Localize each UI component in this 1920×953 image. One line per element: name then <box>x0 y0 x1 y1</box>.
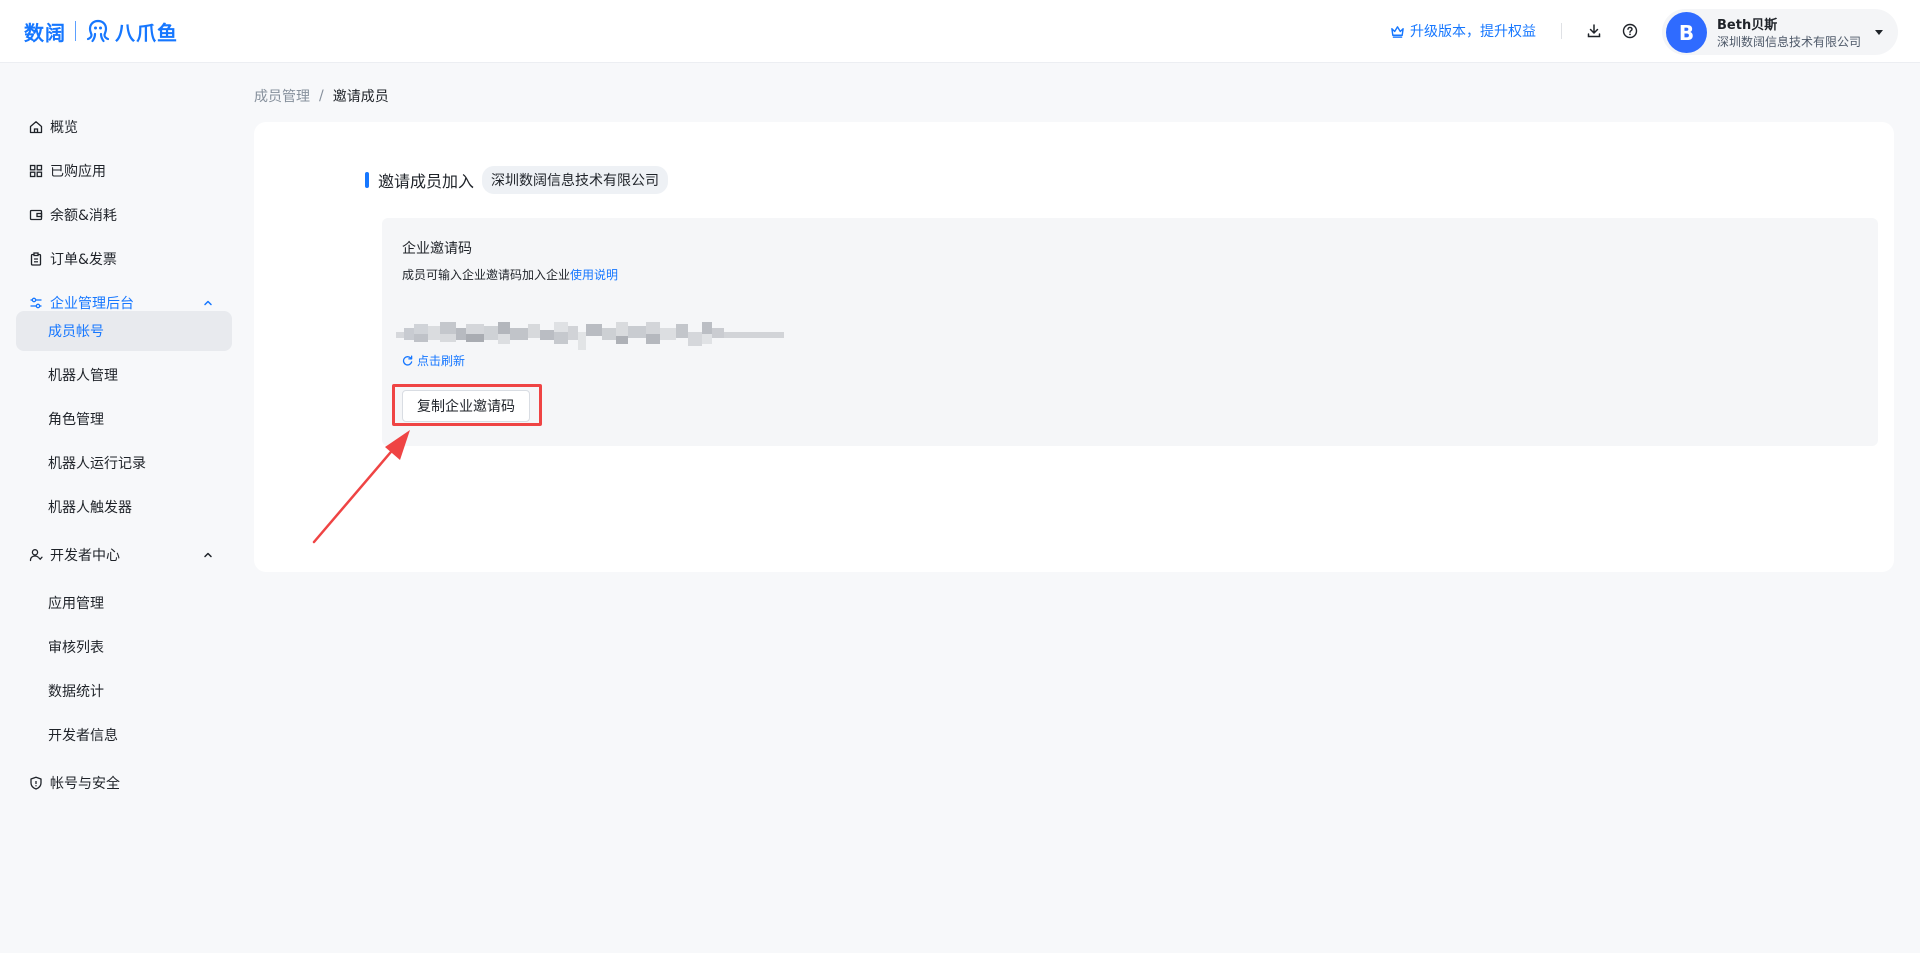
sidebar: 概览 已购应用 余额&消耗 订单&发票 企业管理后台 成员帐号 机器人管理 角色… <box>0 64 248 953</box>
avatar: B <box>1666 12 1707 53</box>
apps-icon <box>28 163 44 179</box>
sidebar-item-label: 余额&消耗 <box>50 208 117 224</box>
sidebar-sub-label: 角色管理 <box>48 412 104 428</box>
invite-code-value-blurred <box>396 322 784 350</box>
section-header: 邀请成员加入 深圳数阔信息技术有限公司 <box>365 166 669 194</box>
octopus-logo-icon <box>86 19 110 43</box>
help-button[interactable] <box>1620 21 1640 41</box>
user-name: Beth贝斯 <box>1717 18 1778 33</box>
sidebar-item-role-management[interactable]: 角色管理 <box>16 399 232 439</box>
sidebar-item-orders[interactable]: 订单&发票 <box>16 239 232 279</box>
crown-icon <box>1391 25 1404 38</box>
invite-card: 邀请成员加入 深圳数阔信息技术有限公司 企业邀请码 成员可输入企业邀请码加入企业… <box>254 122 1894 572</box>
logo-primary-text: 数阔 <box>24 20 66 45</box>
top-header: 数阔 八爪鱼 升级版本，提升权益 B Beth贝斯 深圳数阔信息技术有限公司 <box>0 0 1920 63</box>
sidebar-sub-label: 机器人触发器 <box>48 500 132 516</box>
sidebar-sub-label: 数据统计 <box>48 684 104 700</box>
sidebar-item-robot-run-log[interactable]: 机器人运行记录 <box>16 443 232 483</box>
section-title: 邀请成员加入 <box>378 172 475 191</box>
sidebar-sub-label: 机器人运行记录 <box>48 456 146 472</box>
user-org: 深圳数阔信息技术有限公司 <box>1717 35 1862 49</box>
chevron-up-icon[interactable] <box>202 549 214 561</box>
sidebar-sub-label: 审核列表 <box>48 640 104 656</box>
invite-code-label: 企业邀请码 <box>402 241 472 257</box>
breadcrumb-separator: / <box>319 88 324 104</box>
sidebar-item-review-list[interactable]: 审核列表 <box>16 627 232 667</box>
home-icon <box>28 119 44 135</box>
sidebar-item-label: 企业管理后台 <box>50 296 134 312</box>
download-icon <box>1587 24 1601 38</box>
sidebar-item-app-management[interactable]: 应用管理 <box>16 583 232 623</box>
sidebar-sub-label: 机器人管理 <box>48 368 118 384</box>
invite-code-panel: 企业邀请码 成员可输入企业邀请码加入企业使用说明 点击刷新 复制企业邀请码 <box>382 218 1878 446</box>
chevron-up-icon[interactable] <box>202 297 214 309</box>
usage-guide-link[interactable]: 使用说明 <box>570 268 618 282</box>
breadcrumb: 成员管理 / 邀请成员 <box>254 86 389 106</box>
section-accent-bar <box>365 172 369 188</box>
sidebar-item-balance[interactable]: 余额&消耗 <box>16 195 232 235</box>
invite-code-desc-text: 成员可输入企业邀请码加入企业 <box>402 268 571 282</box>
breadcrumb-parent[interactable]: 成员管理 <box>254 86 310 106</box>
help-icon <box>1622 23 1638 39</box>
logo-divider <box>75 21 76 41</box>
sidebar-item-label: 已购应用 <box>50 164 106 180</box>
sidebar-item-member-accounts[interactable]: 成员帐号 <box>16 311 232 351</box>
clipboard-icon <box>28 251 44 267</box>
sidebar-item-account-security[interactable]: 帐号与安全 <box>16 763 232 803</box>
breadcrumb-current: 邀请成员 <box>332 89 389 105</box>
download-button[interactable] <box>1584 21 1604 41</box>
upgrade-label: 升级版本，提升权益 <box>1410 24 1536 40</box>
sidebar-item-robot-management[interactable]: 机器人管理 <box>16 355 232 395</box>
caret-down-icon <box>1875 30 1883 35</box>
logo-secondary-text: 八爪鱼 <box>115 20 178 45</box>
sidebar-item-label: 帐号与安全 <box>50 776 120 792</box>
wallet-icon <box>28 207 44 223</box>
sidebar-item-overview[interactable]: 概览 <box>16 107 232 147</box>
org-tag: 深圳数阔信息技术有限公司 <box>482 166 669 194</box>
person-icon <box>28 547 44 563</box>
refresh-button[interactable]: 点击刷新 <box>402 352 465 369</box>
sidebar-item-label: 开发者中心 <box>50 548 120 564</box>
sidebar-item-developer-info[interactable]: 开发者信息 <box>16 715 232 755</box>
sidebar-sub-label: 应用管理 <box>48 596 104 612</box>
user-menu[interactable]: B Beth贝斯 深圳数阔信息技术有限公司 <box>1662 9 1898 55</box>
copy-invite-code-button[interactable]: 复制企业邀请码 <box>402 390 530 422</box>
sidebar-item-label: 概览 <box>50 120 78 136</box>
shield-icon <box>28 775 44 791</box>
upgrade-link[interactable]: 升级版本，提升权益 <box>1390 21 1536 41</box>
header-divider <box>1561 23 1562 39</box>
refresh-icon <box>402 355 413 366</box>
sidebar-item-data-statistics[interactable]: 数据统计 <box>16 671 232 711</box>
sidebar-item-purchased-apps[interactable]: 已购应用 <box>16 151 232 191</box>
invite-code-description: 成员可输入企业邀请码加入企业使用说明 <box>402 266 618 283</box>
sidebar-item-label: 订单&发票 <box>50 252 117 268</box>
sidebar-sub-label: 成员帐号 <box>48 324 104 340</box>
sliders-icon <box>28 295 44 311</box>
refresh-label: 点击刷新 <box>417 354 466 368</box>
sidebar-sub-label: 开发者信息 <box>48 728 118 744</box>
sidebar-item-robot-trigger[interactable]: 机器人触发器 <box>16 487 232 527</box>
sidebar-item-developer-center[interactable]: 开发者中心 <box>16 535 232 575</box>
app-logo[interactable]: 数阔 八爪鱼 <box>24 16 178 46</box>
